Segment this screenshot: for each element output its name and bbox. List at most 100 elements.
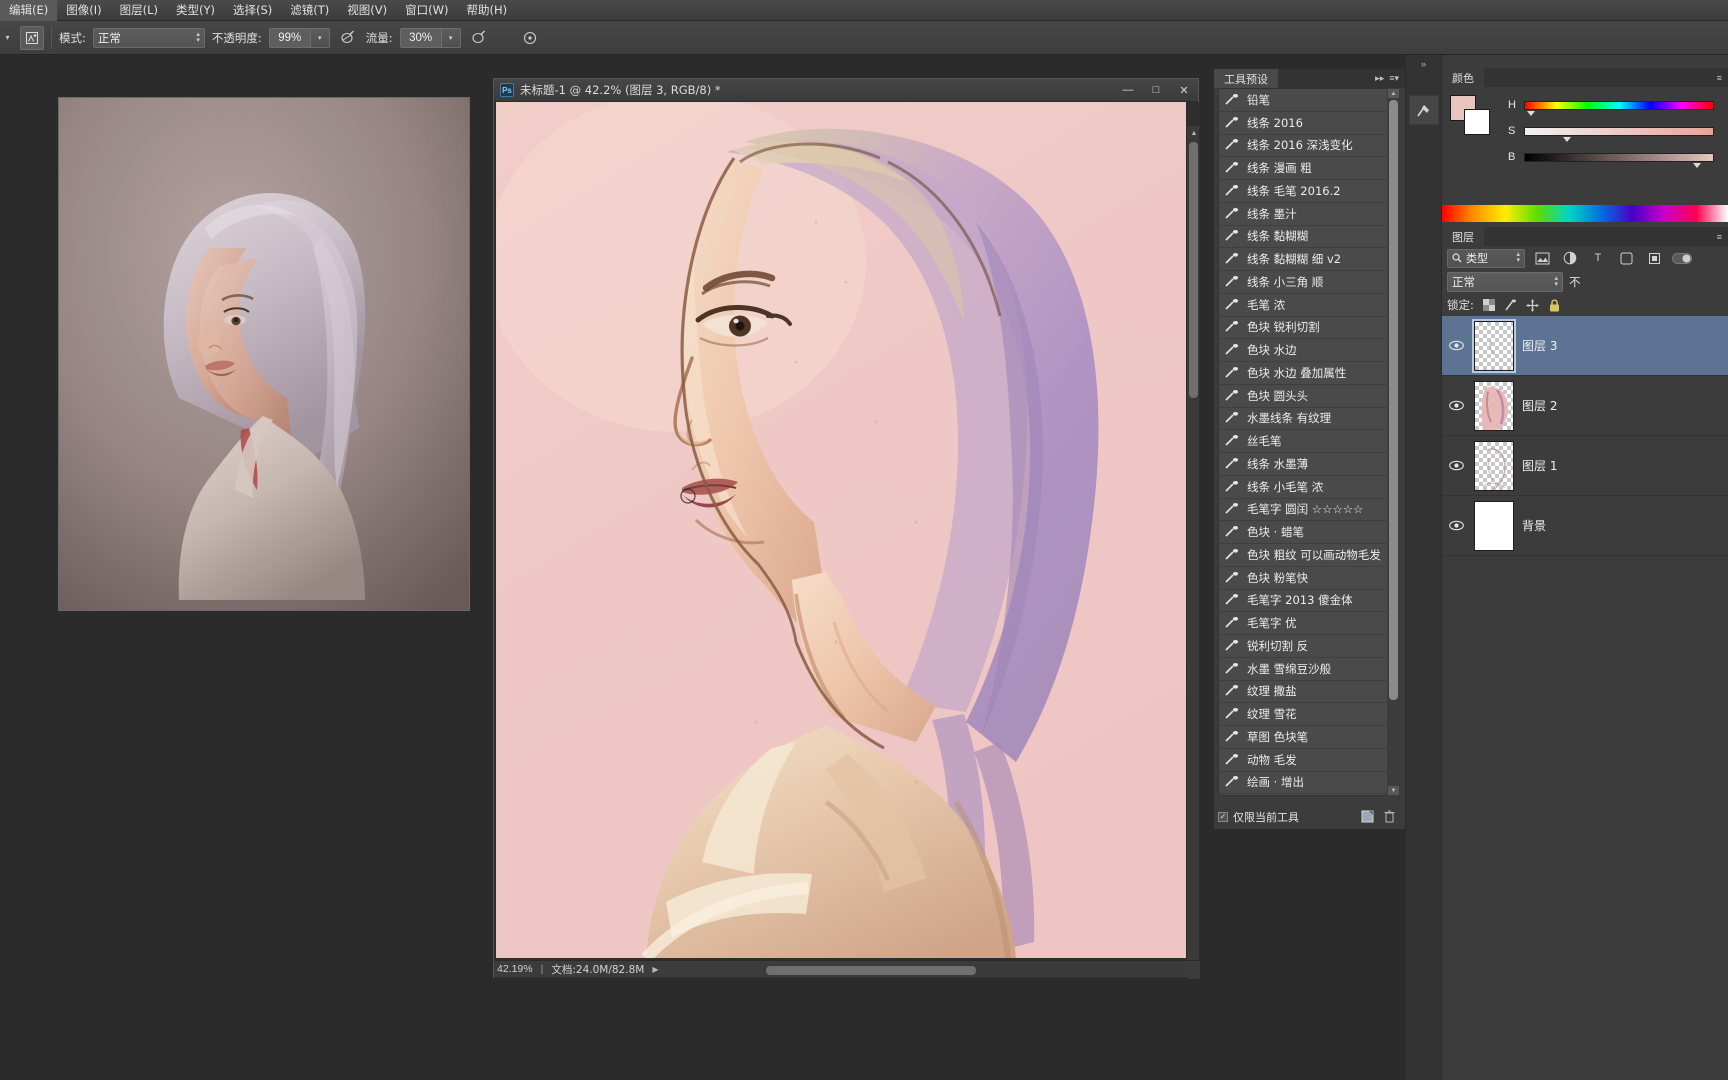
layers-panel[interactable]: 图层 ≡ 类型 ▴ ▾ T 正常 ▴ ▾ 不 锁定: 图层 3 图层 2 图层 … (1442, 227, 1728, 707)
color-panel[interactable]: 颜色 ≡ H S B (1442, 68, 1728, 205)
list-item[interactable]: 铅笔 (1219, 89, 1393, 112)
color-spectrum-strip[interactable] (1442, 205, 1728, 222)
document-size-status[interactable]: 文档:24.0M/82.8M (551, 962, 644, 977)
layer-name[interactable]: 背景 (1522, 517, 1546, 534)
layer-blend-mode-select[interactable]: 正常 ▴ ▾ (1447, 272, 1563, 292)
opacity-pressure-toggle-button[interactable] (337, 27, 359, 49)
double-chevron-right-icon[interactable]: » (1406, 55, 1441, 69)
list-item[interactable]: 色块 粗纹 可以画动物毛发 (1219, 544, 1393, 567)
list-item[interactable]: 纹理 撒盐 (1219, 681, 1393, 704)
tab-tool-presets[interactable]: 工具预设 (1214, 69, 1278, 88)
brightness-track[interactable] (1524, 152, 1714, 168)
smoothing-options-button[interactable] (519, 27, 541, 49)
panel-menu-icon[interactable]: ≡ (1717, 73, 1722, 83)
lock-transparent-pixels-icon[interactable] (1482, 298, 1496, 312)
panel-menu-icon[interactable]: ≡ (1717, 232, 1722, 242)
opacity-dropdown-icon[interactable]: ▾ (310, 27, 330, 48)
delete-preset-icon[interactable] (1384, 810, 1395, 823)
scroll-up-icon[interactable]: ▲ (1388, 89, 1399, 98)
close-button[interactable]: ✕ (1170, 79, 1198, 102)
layer-filter-type-select[interactable]: 类型 ▴ ▾ (1447, 248, 1525, 268)
layer-name[interactable]: 图层 3 (1522, 337, 1557, 354)
document-title-bar[interactable]: Ps 未标题-1 @ 42.2% (图层 3, RGB/8) * — □ ✕ (494, 79, 1198, 102)
list-item[interactable]: 线条 水墨薄 (1219, 453, 1393, 476)
tool-presets-panel[interactable]: 工具预设 ▸▸ ≡▾ 铅笔 线条 2016 线条 2016 深浅变化 线条 漫画… (1213, 68, 1406, 830)
new-preset-icon[interactable] (1361, 810, 1374, 823)
list-item[interactable]: 锐利切割 反 (1219, 635, 1393, 658)
tool-presets-list[interactable]: 铅笔 线条 2016 线条 2016 深浅变化 线条 漫画 粗 线条 毛笔 20… (1218, 88, 1394, 796)
canvas-area[interactable]: ▲ ▼ (494, 102, 1200, 979)
layer-row[interactable]: 图层 1 (1442, 436, 1728, 496)
layer-row[interactable]: 背景 (1442, 496, 1728, 556)
canvas-horizontal-scrollbar[interactable] (764, 964, 1184, 977)
tab-layers[interactable]: 图层 (1442, 227, 1484, 246)
zoom-level[interactable]: 42.19% (497, 963, 533, 975)
menu-item-layer[interactable]: 图层(L) (111, 0, 167, 21)
scroll-up-icon[interactable]: ▲ (1189, 128, 1199, 138)
lock-all-icon[interactable] (1548, 298, 1562, 312)
list-item[interactable]: 线条 漫画 粗 (1219, 157, 1393, 180)
filter-pixel-layers-icon[interactable] (1531, 248, 1553, 268)
list-item[interactable]: 毛笔字 优 (1219, 612, 1393, 635)
opacity-value[interactable]: 99% (268, 27, 311, 48)
airbrush-toggle-button[interactable] (468, 27, 490, 49)
layer-thumbnail[interactable] (1474, 380, 1514, 431)
artboard[interactable] (496, 102, 1186, 958)
list-item[interactable]: 丝毛笔 (1219, 430, 1393, 453)
layer-name[interactable]: 图层 2 (1522, 397, 1557, 414)
layer-thumbnail[interactable] (1474, 500, 1514, 551)
list-item[interactable]: 水墨线条 有纹理 (1219, 408, 1393, 431)
list-item[interactable]: 绘画 · 增出 (1219, 772, 1393, 795)
list-item[interactable]: 色块 水边 (1219, 339, 1393, 362)
menu-item-edit[interactable]: 编辑(E) (0, 0, 58, 21)
scroll-down-icon[interactable]: ▼ (1388, 786, 1399, 795)
list-item[interactable]: 线条 小三角 顺 (1219, 271, 1393, 294)
menu-item-type[interactable]: 类型(Y) (167, 0, 224, 21)
brightness-slider-row[interactable]: B (1508, 149, 1718, 168)
saturation-track[interactable] (1524, 126, 1714, 142)
filter-adjustment-layers-icon[interactable] (1559, 248, 1581, 268)
hue-track[interactable] (1524, 100, 1714, 116)
list-item[interactable]: 毛笔 浓 (1219, 294, 1393, 317)
list-item[interactable]: 色块 · 蜡笔 (1219, 521, 1393, 544)
flow-value[interactable]: 30% (399, 27, 442, 48)
flow-field-group[interactable]: 30% ▾ (399, 27, 461, 48)
canvas-vertical-scrollbar[interactable]: ▲ ▼ (1186, 126, 1199, 979)
list-item[interactable]: 水墨 雪绵豆沙般 (1219, 658, 1393, 681)
menu-item-view[interactable]: 视图(V) (338, 0, 396, 21)
menu-item-select[interactable]: 选择(S) (224, 0, 281, 21)
list-item[interactable]: 色块 粉笔快 (1219, 567, 1393, 590)
list-item[interactable]: 线条 黏糊糊 细 v2 (1219, 248, 1393, 271)
menu-item-help[interactable]: 帮助(H) (457, 0, 516, 21)
layer-row[interactable]: 图层 3 (1442, 316, 1728, 376)
layer-row[interactable]: 图层 2 (1442, 376, 1728, 436)
layer-visibility-icon[interactable] (1446, 340, 1466, 351)
brush-panel-toggle-button[interactable] (20, 25, 44, 50)
history-brush-icon[interactable] (1408, 95, 1439, 125)
list-item[interactable]: 色块 锐利切割 (1219, 317, 1393, 340)
list-item[interactable]: 线条 毛笔 2016.2 (1219, 180, 1393, 203)
brightness-knob[interactable] (1693, 162, 1701, 168)
list-item[interactable]: 线条 2016 (1219, 112, 1393, 135)
chevron-right-icon[interactable]: ▸▸ (1375, 73, 1384, 84)
menu-item-image[interactable]: 图像(I) (57, 0, 110, 21)
list-item[interactable]: 草图 色块笔 (1219, 726, 1393, 749)
menu-item-filter[interactable]: 滤镜(T) (281, 0, 338, 21)
saturation-knob[interactable] (1563, 136, 1571, 142)
layer-visibility-icon[interactable] (1446, 460, 1466, 471)
lock-image-pixels-icon[interactable] (1504, 298, 1518, 312)
opacity-field-group[interactable]: 99% ▾ (268, 27, 330, 48)
layer-name[interactable]: 图层 1 (1522, 457, 1557, 474)
list-item[interactable]: 线条 墨汁 (1219, 203, 1393, 226)
lock-position-icon[interactable] (1526, 298, 1540, 312)
list-item[interactable]: 色块 圆头头 (1219, 385, 1393, 408)
layer-visibility-icon[interactable] (1446, 400, 1466, 411)
hue-slider-row[interactable]: H (1508, 97, 1718, 116)
menu-item-window[interactable]: 窗口(W) (396, 0, 457, 21)
blend-mode-select[interactable]: 正常 ▴ ▾ (92, 27, 205, 48)
current-tool-only-checkbox[interactable]: ✓ (1218, 811, 1228, 822)
filter-smart-objects-icon[interactable] (1643, 248, 1665, 268)
layer-visibility-icon[interactable] (1446, 520, 1466, 531)
filter-type-layers-icon[interactable]: T (1587, 248, 1609, 268)
list-item[interactable]: 毛笔字 圆闰 ☆☆☆☆☆ (1219, 499, 1393, 522)
